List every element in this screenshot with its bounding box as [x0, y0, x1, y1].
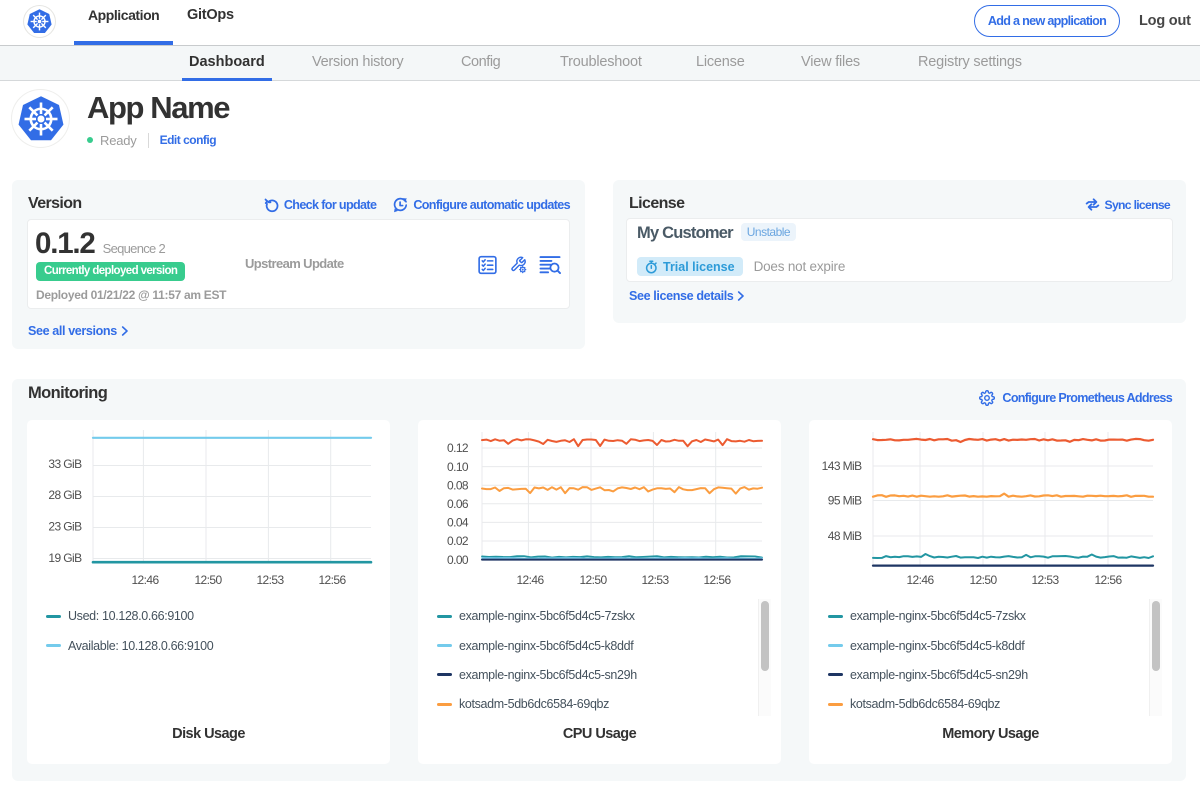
svg-text:0.04: 0.04 — [447, 516, 469, 530]
svg-text:12:56: 12:56 — [703, 573, 731, 587]
svg-text:0.12: 0.12 — [447, 441, 469, 455]
svg-text:12:53: 12:53 — [641, 573, 669, 587]
svg-text:28 GiB: 28 GiB — [48, 488, 82, 502]
svg-text:19 GiB: 19 GiB — [48, 551, 82, 565]
svg-text:12:53: 12:53 — [256, 573, 284, 587]
svg-text:12:50: 12:50 — [194, 573, 222, 587]
svg-text:12:50: 12:50 — [579, 573, 607, 587]
svg-text:23 GiB: 23 GiB — [48, 520, 82, 534]
svg-text:95 MiB: 95 MiB — [828, 494, 862, 508]
svg-text:12:56: 12:56 — [318, 573, 346, 587]
svg-text:0.02: 0.02 — [447, 534, 469, 548]
svg-text:12:46: 12:46 — [131, 573, 159, 587]
svg-text:12:56: 12:56 — [1094, 573, 1122, 587]
svg-text:12:46: 12:46 — [516, 573, 544, 587]
svg-text:143 MiB: 143 MiB — [822, 459, 862, 473]
svg-text:0.10: 0.10 — [447, 460, 469, 474]
svg-text:0.00: 0.00 — [447, 553, 469, 567]
svg-text:48 MiB: 48 MiB — [828, 529, 862, 543]
svg-text:12:53: 12:53 — [1031, 573, 1059, 587]
svg-text:12:50: 12:50 — [969, 573, 997, 587]
svg-text:12:46: 12:46 — [906, 573, 934, 587]
svg-text:33 GiB: 33 GiB — [48, 457, 82, 471]
svg-text:0.06: 0.06 — [447, 497, 469, 511]
svg-text:0.08: 0.08 — [447, 478, 469, 492]
